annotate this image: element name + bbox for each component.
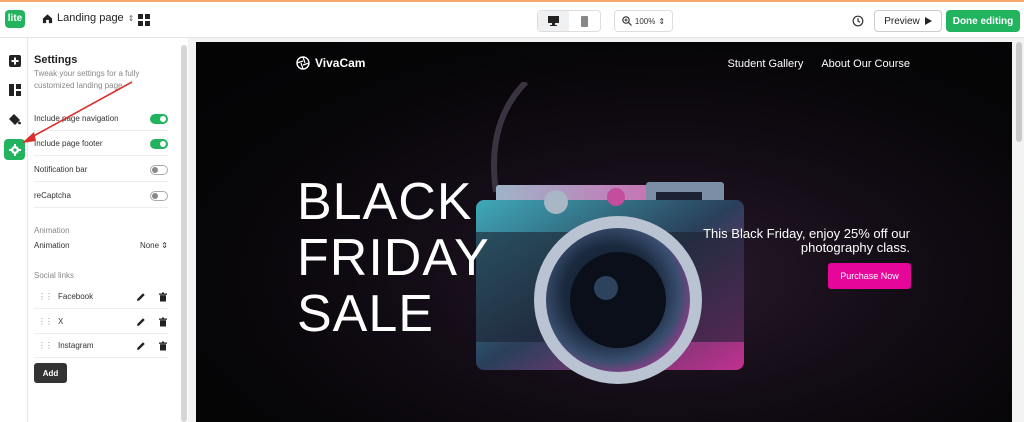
home-icon bbox=[42, 13, 53, 23]
drag-handle-icon[interactable]: ⋮⋮ bbox=[34, 317, 53, 326]
theme-button[interactable] bbox=[4, 108, 25, 129]
settings-button[interactable] bbox=[4, 139, 25, 160]
mobile-view-button[interactable] bbox=[569, 11, 600, 31]
done-editing-button[interactable]: Done editing bbox=[946, 10, 1020, 32]
animation-section-label: Animation bbox=[34, 226, 70, 235]
trash-icon[interactable] bbox=[158, 317, 168, 327]
animation-value: None bbox=[139, 241, 160, 250]
paint-bucket-icon bbox=[8, 113, 21, 125]
toggle-label: reCaptcha bbox=[34, 191, 71, 200]
social-link-label: Instagram bbox=[58, 341, 94, 350]
toggle-label: Notification bar bbox=[34, 165, 88, 174]
toggle-row-page-navigation: Include page navigation bbox=[34, 107, 168, 131]
add-social-link-button[interactable]: Add bbox=[34, 363, 67, 383]
panel-scrollbar[interactable] bbox=[181, 45, 187, 422]
toggle-label: Include page footer bbox=[34, 139, 103, 148]
brand-name: VivaCam bbox=[315, 56, 366, 70]
pencil-icon[interactable] bbox=[136, 292, 146, 302]
aperture-icon bbox=[296, 56, 310, 70]
device-switcher bbox=[537, 10, 601, 32]
desktop-icon bbox=[548, 16, 559, 26]
chevron-updown-icon: ⇕ bbox=[127, 13, 135, 23]
plus-square-icon bbox=[8, 54, 21, 67]
zoom-control[interactable]: 100% ⇕ bbox=[614, 10, 673, 32]
promo-text: This Black Friday, enjoy 25% off our pho… bbox=[703, 226, 910, 255]
social-link-label: Facebook bbox=[58, 292, 94, 301]
purchase-now-button[interactable]: Purchase Now bbox=[828, 263, 911, 289]
site-brand[interactable]: VivaCam bbox=[296, 56, 365, 70]
nav-link-student-gallery[interactable]: Student Gallery bbox=[728, 58, 804, 70]
layout-button[interactable] bbox=[4, 79, 25, 100]
trash-icon[interactable] bbox=[158, 341, 168, 351]
canvas-scrollbar[interactable] bbox=[1016, 42, 1022, 142]
notification-bar-toggle[interactable] bbox=[150, 164, 168, 175]
add-section-button[interactable] bbox=[4, 50, 25, 71]
page-navigation-toggle[interactable] bbox=[150, 113, 168, 124]
pages-grid-icon[interactable] bbox=[138, 14, 150, 26]
social-link-row: ⋮⋮ X bbox=[34, 310, 168, 334]
app-logo: lite bbox=[5, 10, 25, 28]
layout-icon bbox=[8, 83, 21, 96]
toggle-row-page-footer: Include page footer bbox=[34, 132, 168, 156]
desktop-view-button[interactable] bbox=[538, 11, 569, 31]
play-icon bbox=[924, 17, 932, 25]
settings-subtitle: Tweak your settings for a fully customiz… bbox=[34, 69, 140, 90]
nav-link-about-course[interactable]: About Our Course bbox=[821, 58, 910, 70]
site-nav: Student Gallery About Our Course bbox=[728, 58, 910, 70]
mobile-icon bbox=[581, 15, 588, 27]
tool-rail bbox=[0, 38, 28, 422]
toggle-row-notification-bar: Notification bar bbox=[34, 158, 168, 182]
zoom-value: 100% bbox=[634, 16, 656, 26]
chevron-updown-icon: ⇕ bbox=[658, 16, 666, 26]
social-section-label: Social links bbox=[34, 271, 75, 280]
settings-title: Settings bbox=[34, 54, 78, 66]
chevron-updown-icon: ⇕ bbox=[161, 241, 168, 250]
social-link-row: ⋮⋮ Instagram bbox=[34, 334, 168, 358]
animation-label: Animation bbox=[34, 241, 70, 250]
hero-title: BLACK FRIDAY SALE bbox=[297, 174, 490, 342]
gear-icon bbox=[8, 143, 21, 156]
toggle-label: Include page navigation bbox=[34, 114, 119, 123]
social-link-row: ⋮⋮ Facebook bbox=[34, 285, 168, 309]
settings-panel: Settings Tweak your settings for a fully… bbox=[28, 38, 180, 422]
landing-page-preview: VivaCam Student Gallery About Our Course bbox=[196, 42, 1012, 422]
drag-handle-icon[interactable]: ⋮⋮ bbox=[34, 292, 53, 301]
drag-handle-icon[interactable]: ⋮⋮ bbox=[34, 341, 53, 350]
trash-icon[interactable] bbox=[158, 292, 168, 302]
pencil-icon[interactable] bbox=[136, 341, 146, 351]
history-icon[interactable] bbox=[852, 15, 864, 27]
social-link-label: X bbox=[58, 317, 64, 326]
pencil-icon[interactable] bbox=[136, 317, 146, 327]
toggle-row-recaptcha: reCaptcha bbox=[34, 184, 168, 208]
page-footer-toggle[interactable] bbox=[150, 138, 168, 149]
page-selector[interactable]: Landing page ⇕ bbox=[42, 12, 134, 24]
recaptcha-toggle[interactable] bbox=[150, 190, 168, 201]
hero-line: SALE bbox=[297, 285, 434, 343]
hero-line: FRIDAY bbox=[297, 229, 490, 287]
preview-label: Preview bbox=[884, 15, 920, 27]
page-name: Landing page bbox=[57, 12, 124, 24]
zoom-in-icon bbox=[622, 16, 632, 26]
hero-line: BLACK bbox=[297, 173, 473, 231]
top-bar: lite Landing page ⇕ 100% ⇕ Preview Done … bbox=[0, 0, 1024, 38]
animation-select[interactable]: None ⇕ bbox=[140, 241, 168, 250]
animation-row: Animation None ⇕ bbox=[34, 241, 168, 250]
preview-button[interactable]: Preview bbox=[874, 10, 942, 32]
